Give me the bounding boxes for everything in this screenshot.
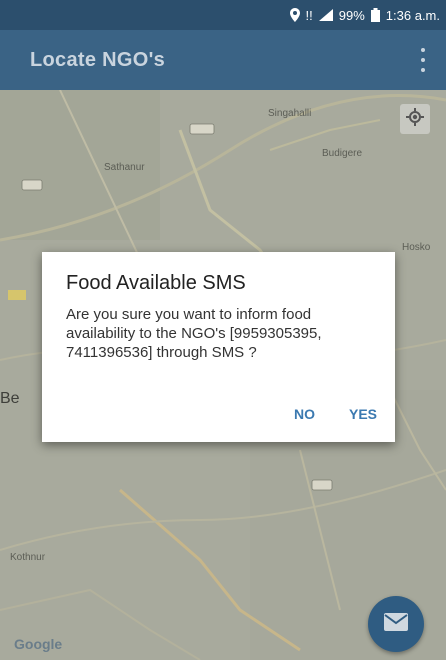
my-location-button[interactable]	[400, 104, 430, 134]
send-sms-fab[interactable]	[368, 596, 424, 652]
map-label-singahalli: Singahalli	[268, 108, 312, 119]
app-bar: Locate NGO's	[0, 30, 446, 90]
signal-alert-text: !!	[305, 7, 313, 23]
dialog-actions: NO YES	[286, 400, 385, 428]
mail-icon	[384, 612, 408, 636]
clock: 1:36 a.m.	[385, 7, 440, 23]
map-label-budigere: Budigere	[322, 148, 363, 159]
signal-icon	[318, 9, 333, 21]
map-label-kothnur: Kothnur	[10, 552, 46, 563]
google-logo: Google	[14, 636, 63, 652]
map-label-hosko: Hosko	[402, 242, 431, 253]
app-title: Locate NGO's	[30, 48, 166, 71]
battery-icon	[370, 8, 380, 22]
location-pin-icon	[289, 8, 300, 22]
no-button[interactable]: NO	[286, 400, 323, 428]
status-bar: !! 99% 1:36 a.m.	[0, 0, 446, 30]
map-label-be: Be	[0, 390, 20, 407]
map-label-sathanur: Sathanur	[104, 162, 145, 173]
dialog-title: Food Available SMS	[66, 272, 246, 294]
battery-percent: 99%	[338, 7, 365, 23]
yes-button[interactable]: YES	[341, 400, 385, 428]
confirm-dialog: Food Available SMS Are you sure you want…	[42, 252, 395, 442]
overflow-menu-icon[interactable]	[418, 48, 428, 72]
dialog-message: Are you sure you want to inform food ava…	[66, 306, 322, 361]
my-location-icon	[406, 107, 424, 131]
